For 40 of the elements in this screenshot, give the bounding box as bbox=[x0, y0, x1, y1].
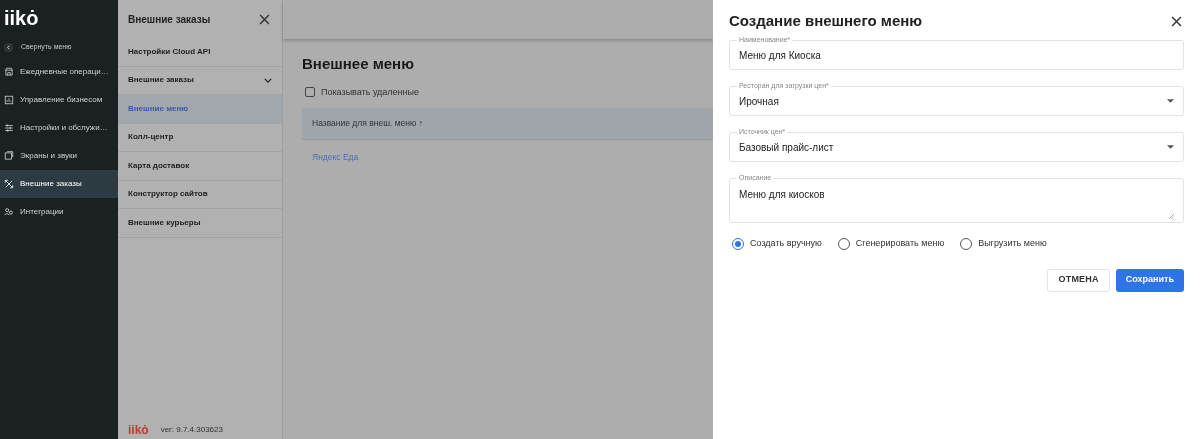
dropdown-arrow-icon bbox=[1167, 99, 1174, 103]
version-text: ver: 9.7.4.303623 bbox=[160, 425, 223, 435]
footer-logo: iikȯ bbox=[128, 423, 149, 437]
sidebar-item[interactable]: Интеграции bbox=[0, 198, 118, 226]
shop-icon bbox=[4, 67, 14, 77]
screen-icon bbox=[4, 151, 14, 161]
radio-option[interactable]: Создать вручную bbox=[732, 237, 822, 251]
resize-handle-icon bbox=[1169, 214, 1174, 219]
cancel-button[interactable]: ОТМЕНА bbox=[1047, 268, 1110, 292]
radio-option[interactable]: Сгенерировать меню bbox=[837, 237, 945, 251]
sidebar-item[interactable]: Экраны и звуки bbox=[0, 142, 118, 170]
radio-option[interactable]: Выгрузить меню bbox=[960, 237, 1047, 251]
submenu-item[interactable]: Настройки Cloud API bbox=[118, 38, 282, 67]
dropdown-arrow-icon bbox=[1167, 145, 1174, 149]
sidebar-item[interactable]: Управление бизнесом bbox=[0, 86, 118, 114]
field-value: Ирочная bbox=[739, 94, 779, 109]
close-icon bbox=[1171, 15, 1182, 27]
panel-title: Внешние заказы bbox=[128, 12, 211, 27]
field-value: Меню для Киоска bbox=[739, 48, 821, 63]
people-icon bbox=[4, 207, 14, 217]
dialog-title: Создание внешнего меню bbox=[729, 10, 923, 31]
sidebar-item[interactable]: Внешние заказы bbox=[0, 170, 118, 198]
show-deleted-checkbox[interactable]: Показывать удаленные bbox=[283, 75, 713, 99]
submenu-item[interactable]: Конструктор сайтов bbox=[118, 180, 282, 209]
sidebar-item[interactable]: Настройки и обслужи… bbox=[0, 114, 118, 142]
chart-icon bbox=[4, 95, 14, 105]
submenu-item[interactable]: Внешние курьеры bbox=[118, 209, 282, 238]
save-button[interactable]: Сохранить bbox=[1115, 268, 1184, 292]
page-title: Внешнее меню bbox=[301, 54, 415, 74]
column-header[interactable]: Название для внеш. меню ↑ bbox=[312, 117, 423, 130]
field-value: Меню для киосков bbox=[739, 188, 825, 202]
sidebar-item[interactable]: Ежедневные операци… bbox=[0, 58, 118, 86]
logo: iikȯ bbox=[3, 6, 40, 31]
field-value: Базовый прайс-лист bbox=[739, 140, 834, 155]
chevron-left-icon bbox=[4, 42, 13, 52]
sliders-icon bbox=[4, 123, 14, 133]
arrows-icon bbox=[4, 179, 14, 189]
close-icon bbox=[259, 13, 270, 25]
submenu-item[interactable]: Карта доставок bbox=[118, 152, 282, 181]
submenu-item[interactable]: Колл-центр bbox=[118, 123, 282, 152]
